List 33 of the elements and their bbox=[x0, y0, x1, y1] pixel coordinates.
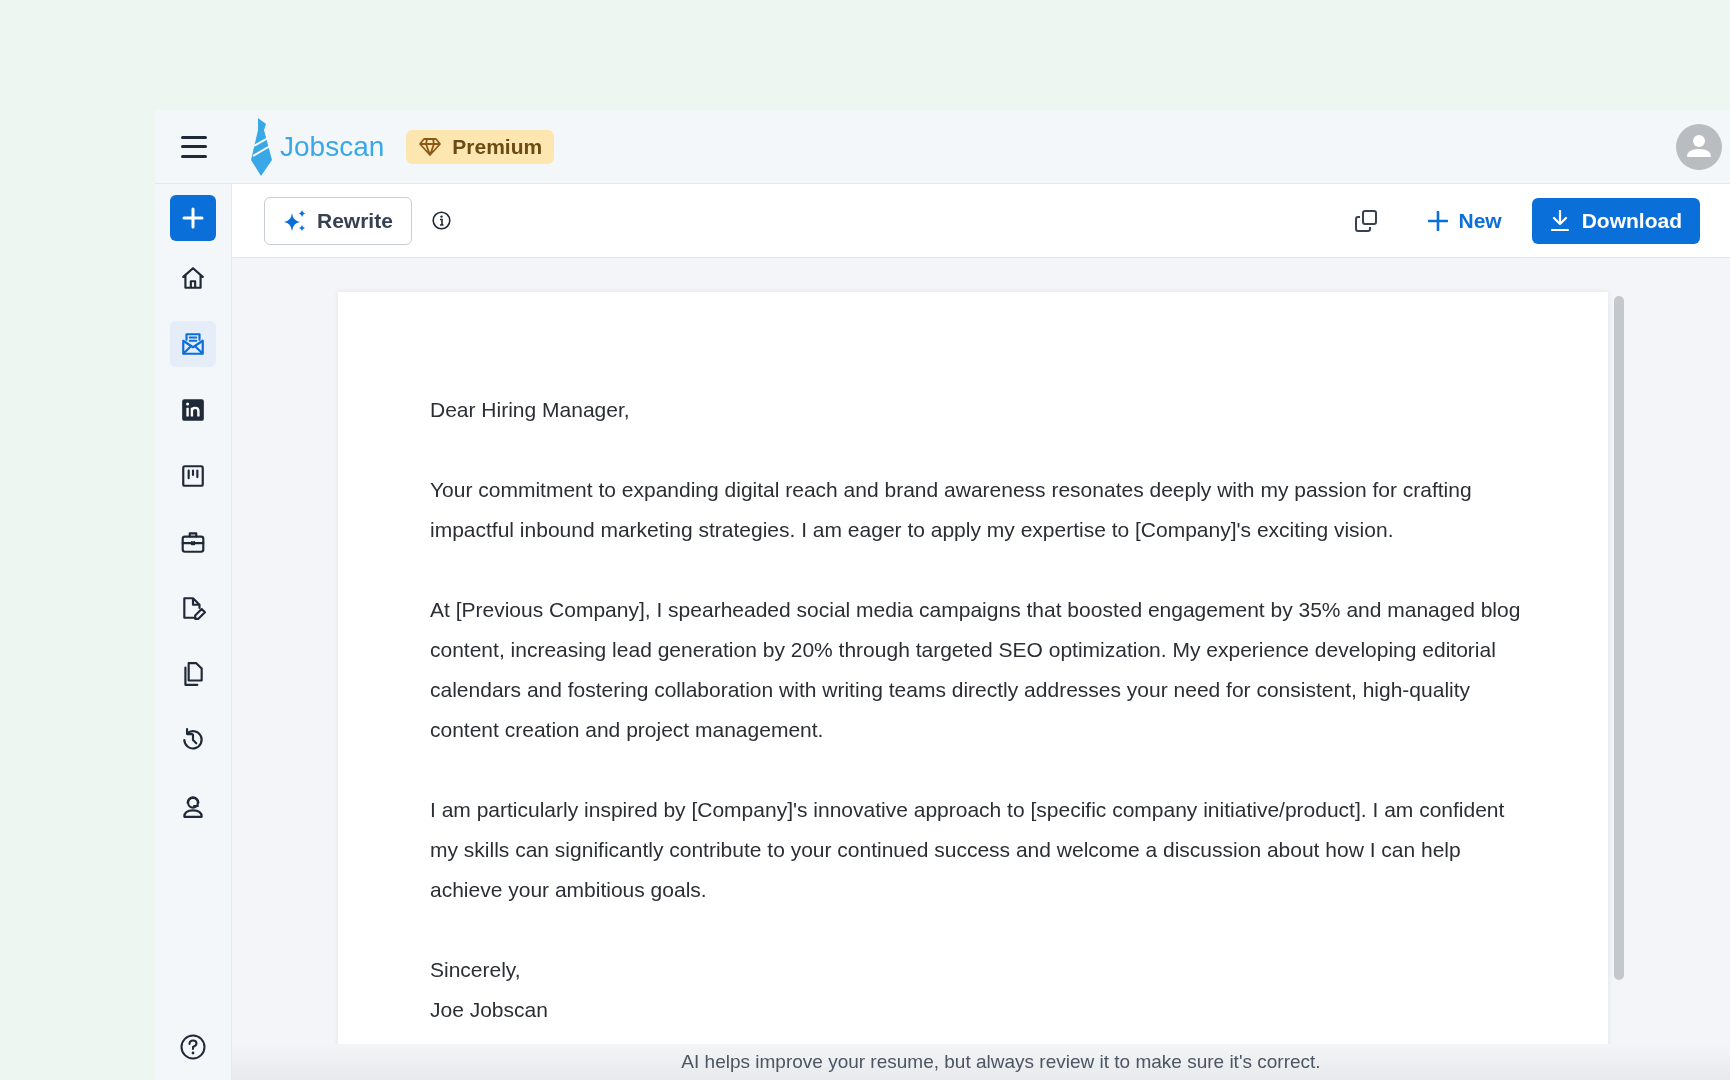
copy-icon[interactable] bbox=[1354, 208, 1379, 233]
mail-nav-item[interactable] bbox=[170, 321, 216, 367]
letter-paragraph: I am particularly inspired by [Company]'s innovative approach to [specific company initiative/product]. I am confident my skills can significantly contribute to your continued success and welcome a discussion about how I can help achieve your ambitious goals. bbox=[430, 797, 1506, 903]
support-icon bbox=[180, 793, 206, 819]
disclaimer-text: AI helps improve your resume, but always review it to make sure it's correct. bbox=[681, 1049, 1321, 1074]
download-button[interactable]: Download bbox=[1531, 197, 1700, 244]
sparkle-icon bbox=[283, 208, 307, 233]
rewrite-button[interactable]: Rewrite bbox=[264, 196, 412, 245]
home-icon bbox=[180, 265, 206, 291]
scrollbar[interactable] bbox=[1614, 296, 1624, 980]
signature-line: Joe Jobscan bbox=[430, 997, 549, 1023]
info-icon[interactable] bbox=[431, 211, 451, 230]
briefcase-icon bbox=[180, 529, 206, 555]
help-icon[interactable] bbox=[180, 1034, 206, 1060]
premium-badge: Premium bbox=[406, 129, 555, 164]
mail-icon bbox=[180, 331, 206, 357]
logo-text: Jobscan bbox=[280, 129, 385, 164]
linkedin-icon bbox=[180, 397, 206, 423]
letter-paragraph: Your commitment to expanding digital reach and brand awareness resonates deeply with my passion for crafting impactful inbound marketing strategies. I am eager to apply my expertise to [Company]'s exciting vision. bbox=[430, 477, 1473, 543]
history-icon bbox=[180, 727, 206, 753]
plus-icon bbox=[1428, 210, 1449, 231]
board-icon bbox=[180, 463, 206, 489]
add-button[interactable] bbox=[170, 195, 216, 241]
signature-line: Sincerely, bbox=[430, 957, 522, 983]
download-icon bbox=[1549, 209, 1570, 232]
tie-icon bbox=[250, 117, 274, 176]
menu-icon[interactable] bbox=[181, 135, 207, 158]
new-button[interactable]: New bbox=[1428, 204, 1502, 237]
diamond-icon bbox=[418, 136, 443, 157]
plus-icon bbox=[182, 207, 204, 229]
document-edit-icon bbox=[180, 595, 206, 621]
letter-paragraph: At [Previous Company], I spearheaded social media campaigns that boosted engagement by 35% and managed blog content, increasing lead generation by 20% through targeted SEO optimization. My experience developing editorial calendars and fostering collaboration with writing teams directly addresses your need for consistent, high-quality content creation and project management. bbox=[430, 597, 1522, 743]
letter-paragraph: Dear Hiring Manager, bbox=[430, 397, 631, 423]
